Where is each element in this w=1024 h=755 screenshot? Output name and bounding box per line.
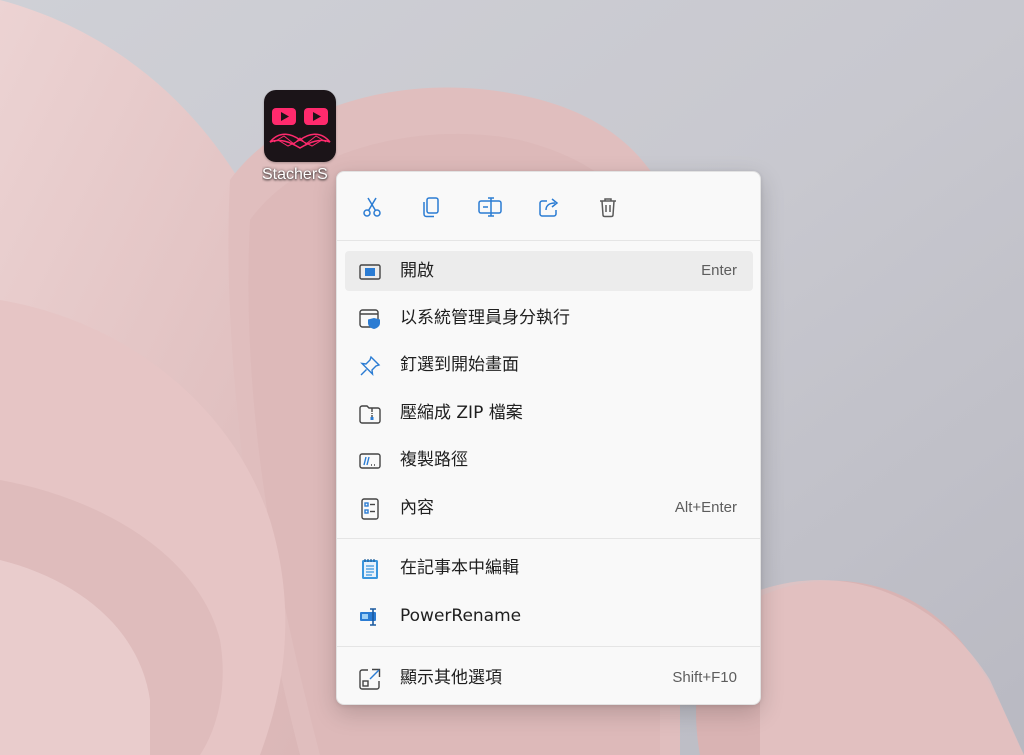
- cut-button[interactable]: [355, 190, 389, 224]
- menu-item-copy-path[interactable]: 複製路徑: [345, 440, 753, 480]
- menu-item-label: 顯示其他選項: [400, 668, 502, 688]
- menu-item-label: PowerRename: [400, 606, 522, 626]
- menu-item-label: 在記事本中編輯: [400, 558, 519, 578]
- stacher-app-icon: [264, 90, 336, 162]
- copy-path-icon: [359, 450, 381, 472]
- menu-item-label: 以系統管理員身分執行: [400, 308, 570, 328]
- zip-folder-icon: [359, 403, 381, 425]
- notepad-icon: [359, 558, 381, 580]
- menu-item-label: 開啟: [400, 261, 434, 281]
- rename-icon: [477, 195, 503, 219]
- menu-item-powerrename[interactable]: PowerRename: [345, 596, 753, 636]
- menu-item-label: 壓縮成 ZIP 檔案: [400, 403, 523, 423]
- menu-separator: [337, 240, 760, 241]
- menu-item-shortcut: Enter: [701, 262, 737, 279]
- more-options-icon: [359, 668, 381, 690]
- context-menu: 開啟 Enter 以系統管理員身分執行 釘選到開始畫面 壓縮成 ZIP 檔案 複…: [336, 171, 761, 705]
- menu-item-pin-to-start[interactable]: 釘選到開始畫面: [345, 345, 753, 385]
- menu-item-properties[interactable]: 內容 Alt+Enter: [345, 488, 753, 528]
- menu-item-shortcut: Shift+F10: [672, 669, 737, 686]
- quick-action-bar: [337, 172, 760, 240]
- powerrename-icon: [359, 606, 381, 628]
- menu-item-label: 複製路徑: [400, 450, 468, 470]
- copy-icon: [419, 195, 443, 219]
- shield-window-icon: [359, 308, 381, 330]
- desktop-icon-stacher[interactable]: StacherS: [258, 90, 342, 184]
- properties-icon: [359, 498, 381, 520]
- share-button[interactable]: [532, 190, 566, 224]
- rename-button[interactable]: [473, 190, 507, 224]
- menu-item-show-more-options[interactable]: 顯示其他選項 Shift+F10: [345, 658, 753, 698]
- menu-item-label: 釘選到開始畫面: [400, 355, 519, 375]
- copy-button[interactable]: [414, 190, 448, 224]
- menu-item-compress-zip[interactable]: 壓縮成 ZIP 檔案: [345, 393, 753, 433]
- share-icon: [537, 195, 561, 219]
- delete-button[interactable]: [591, 190, 625, 224]
- menu-item-shortcut: Alt+Enter: [674, 499, 737, 516]
- menu-separator: [337, 538, 760, 539]
- menu-item-label: 內容: [400, 498, 434, 518]
- trash-icon: [596, 195, 620, 219]
- desktop-icon-label: StacherS: [262, 166, 328, 183]
- menu-item-open[interactable]: 開啟 Enter: [345, 251, 753, 291]
- open-window-icon: [359, 261, 381, 283]
- scissors-icon: [360, 195, 384, 219]
- pin-icon: [359, 355, 381, 377]
- menu-separator: [337, 646, 760, 647]
- menu-item-edit-notepad[interactable]: 在記事本中編輯: [345, 548, 753, 588]
- menu-item-run-as-admin[interactable]: 以系統管理員身分執行: [345, 298, 753, 338]
